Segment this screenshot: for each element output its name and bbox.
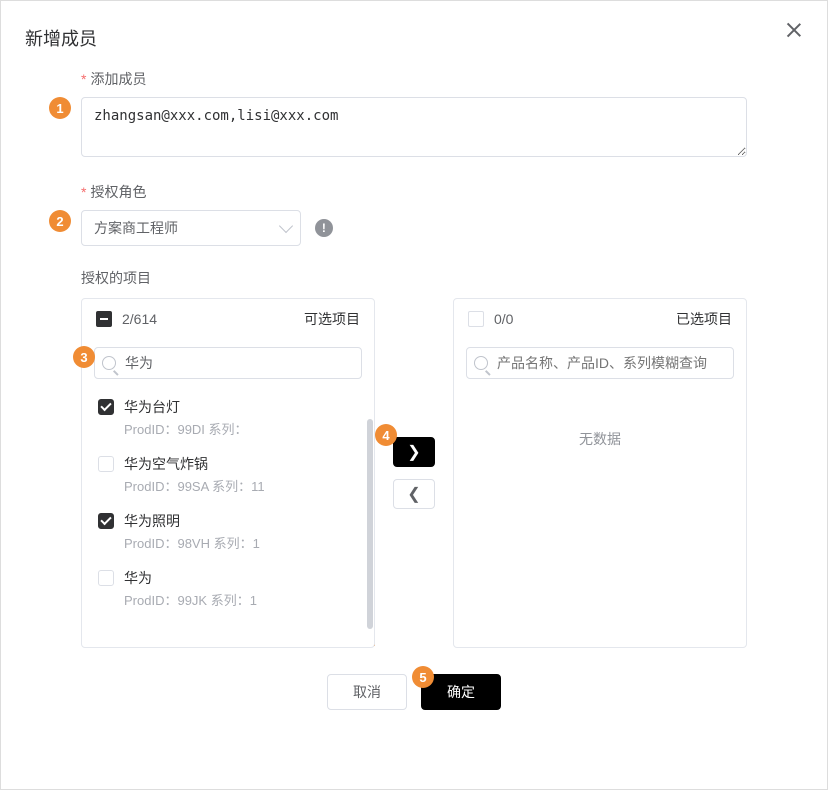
- transfer-buttons: 4 ❯ ❮: [375, 298, 453, 648]
- item-checkbox[interactable]: [98, 513, 114, 529]
- transfer-source-panel: 2/614 可选项目 华为台灯 ProdID：99DI 系列: [81, 298, 375, 648]
- item-subtitle: ProdID：99JK 系列：1: [124, 590, 257, 609]
- list-item[interactable]: 华为照明 ProdID：98VH 系列：1: [94, 503, 362, 560]
- transfer-target-header: 0/0 已选项目: [454, 299, 746, 339]
- item-subtitle: ProdID：99DI 系列：: [124, 419, 248, 438]
- search-icon: [102, 356, 116, 370]
- chevron-left-icon: ❮: [407, 484, 420, 504]
- source-select-all-checkbox[interactable]: [96, 311, 112, 327]
- callout-5: 5: [412, 666, 434, 688]
- projects-section-label: 授权的项目: [81, 268, 747, 288]
- role-select-input[interactable]: [81, 210, 301, 246]
- callout-4: 4: [375, 424, 397, 446]
- scrollbar[interactable]: [367, 419, 373, 629]
- close-icon[interactable]: [783, 19, 805, 41]
- required-star-icon: *: [81, 71, 86, 87]
- transfer-target-panel: 0/0 已选项目 无数据: [453, 298, 747, 648]
- transfer-widget: 3 2/614 可选项目: [81, 298, 747, 648]
- target-list: 无数据: [454, 389, 746, 647]
- item-checkbox[interactable]: [98, 399, 114, 415]
- item-subtitle: ProdID：99SA 系列：11: [124, 476, 265, 495]
- members-label: *添加成员: [81, 69, 747, 89]
- search-icon: [474, 356, 488, 370]
- members-field: 1 *添加成员: [81, 69, 747, 160]
- cancel-button[interactable]: 取消: [327, 674, 407, 710]
- move-right-button[interactable]: ❯: [393, 437, 435, 467]
- source-list: 华为台灯 ProdID：99DI 系列： 华为空气炸锅 ProdID：99SA …: [82, 389, 374, 647]
- info-icon[interactable]: !: [315, 219, 333, 237]
- dialog-title: 新增成员: [25, 25, 803, 51]
- item-checkbox[interactable]: [98, 570, 114, 586]
- list-item[interactable]: 华为空气炸锅 ProdID：99SA 系列：11: [94, 446, 362, 503]
- list-item[interactable]: 华为台灯 ProdID：99DI 系列：: [94, 389, 362, 446]
- move-left-button[interactable]: ❮: [393, 479, 435, 509]
- item-checkbox[interactable]: [98, 456, 114, 472]
- role-field: 2 *授权角色 !: [81, 182, 747, 246]
- dialog-footer: 取消 5 确定: [81, 674, 747, 710]
- chevron-right-icon: ❯: [407, 442, 420, 462]
- callout-2: 2: [49, 210, 71, 232]
- source-title: 可选项目: [304, 309, 360, 329]
- empty-text: 无数据: [466, 389, 734, 449]
- target-search-input[interactable]: [466, 347, 734, 379]
- transfer-source-header: 2/614 可选项目: [82, 299, 374, 339]
- item-title: 华为照明: [124, 511, 260, 531]
- item-title: 华为台灯: [124, 397, 248, 417]
- members-input[interactable]: [81, 97, 747, 157]
- callout-1: 1: [49, 97, 71, 119]
- target-count: 0/0: [494, 311, 513, 327]
- role-label-text: 授权角色: [90, 184, 146, 200]
- role-select[interactable]: [81, 210, 301, 246]
- target-select-all-checkbox[interactable]: [468, 311, 484, 327]
- required-star-icon: *: [81, 184, 86, 200]
- role-label: *授权角色: [81, 182, 747, 202]
- item-subtitle: ProdID：98VH 系列：1: [124, 533, 260, 552]
- callout-3: 3: [73, 346, 95, 368]
- source-search-input[interactable]: [94, 347, 362, 379]
- target-title: 已选项目: [676, 309, 732, 329]
- item-title: 华为空气炸锅: [124, 454, 265, 474]
- list-item[interactable]: 华为 ProdID：99JK 系列：1: [94, 560, 362, 617]
- item-title: 华为: [124, 568, 257, 588]
- add-member-dialog: 新增成员 1 *添加成员 2 *授权角色 ! 授权的项目 3: [0, 0, 828, 790]
- source-count: 2/614: [122, 311, 157, 327]
- members-label-text: 添加成员: [90, 71, 146, 87]
